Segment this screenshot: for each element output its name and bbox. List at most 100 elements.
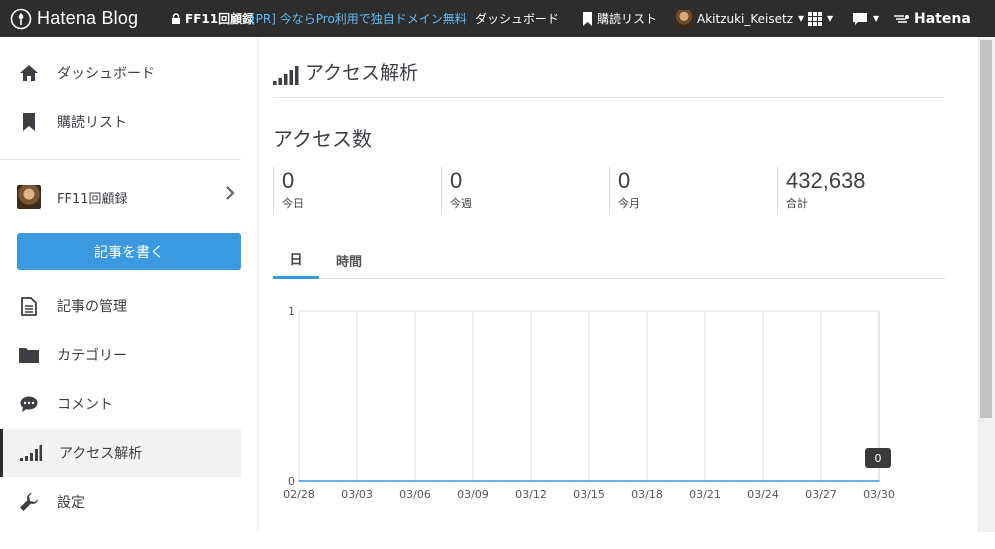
chart-data-point <box>820 480 822 482</box>
hatena-link[interactable]: Hatena <box>894 0 971 37</box>
chart-data-point <box>317 480 320 482</box>
stats-row: 0 今日 0 今週 0 今月 432,638 合計 <box>273 167 945 215</box>
chart-data-point <box>336 480 339 482</box>
chart-x-tick-label: 03/06 <box>399 488 431 501</box>
chart-data-point <box>588 480 590 482</box>
sidebar-item-dashboard[interactable]: ダッシュボード <box>1 49 241 97</box>
page-header: アクセス解析 <box>273 61 945 98</box>
chart-x-tick-label: 03/12 <box>515 488 547 501</box>
chart-data-point <box>433 480 436 482</box>
sidebar-divider <box>0 159 241 160</box>
scrollbar-thumb[interactable] <box>980 40 992 418</box>
stat-value: 0 <box>282 168 295 193</box>
sidebar-item-blog[interactable]: FF11回顧録 <box>1 173 241 221</box>
home-icon <box>20 65 38 81</box>
sidebar: ダッシュボード 購読リスト FF11回顧録 記事を書く 記事の管理 カテゴリー … <box>0 37 258 532</box>
chart-data-point <box>375 480 378 482</box>
chart-data-point <box>530 480 532 482</box>
chart-x-tick-label: 03/21 <box>689 488 721 501</box>
chart-x-tick-label: 03/30 <box>863 488 895 501</box>
blog-name-link[interactable]: FF11回顧録 <box>171 0 254 37</box>
document-icon <box>21 296 37 316</box>
stat-month: 0 今月 <box>609 167 777 215</box>
chevron-down-icon: ▼ <box>798 14 805 23</box>
stat-label: 今日 <box>282 197 304 210</box>
sidebar-item-settings[interactable]: 設定 <box>1 478 241 526</box>
hatena-label: Hatena <box>914 10 971 27</box>
speech-bubble-icon <box>853 12 867 25</box>
chart-data-point <box>781 480 784 482</box>
sidebar-item-label: 記事の管理 <box>57 299 127 315</box>
blog-name-label: FF11回顧録 <box>185 12 255 26</box>
chart-data-point <box>762 480 764 482</box>
chart-data-point <box>665 480 668 482</box>
sidebar-item-comment[interactable]: コメント <box>1 380 241 428</box>
sidebar-item-subscriptions[interactable]: 購読リスト <box>1 98 241 146</box>
sidebar-item-label: FF11回顧録 <box>57 191 128 207</box>
chart-data-point <box>510 480 513 482</box>
chart-data-point <box>626 480 629 482</box>
sidebar-item-manage[interactable]: 記事の管理 <box>1 282 241 330</box>
avatar <box>17 185 41 209</box>
chart-x-tick-label: 03/27 <box>805 488 837 501</box>
chart-y-tick-label: 1 <box>288 305 295 318</box>
apps-menu[interactable]: ▼ <box>808 0 833 37</box>
chart-data-point <box>414 480 416 482</box>
chart-x-tick-label: 03/15 <box>573 488 605 501</box>
chart-x-tick-label: 03/09 <box>457 488 489 501</box>
stat-label: 合計 <box>786 197 808 210</box>
stat-label: 今月 <box>618 197 640 210</box>
notifications-menu[interactable]: ▼ <box>852 0 879 37</box>
tab-day[interactable]: 日 <box>273 241 319 279</box>
user-menu[interactable]: Akitzuki_Keisetz ▼ <box>675 0 804 37</box>
chart-data-point <box>568 480 571 482</box>
chart-data-point <box>607 480 610 482</box>
comment-icon <box>20 396 38 412</box>
chart-data-point <box>646 480 648 482</box>
page-title: アクセス解析 <box>305 63 419 84</box>
chart-data-point <box>800 480 803 482</box>
bookmark-icon <box>23 113 35 131</box>
username-label: Akitzuki_Keisetz <box>697 11 794 26</box>
bookmark-icon <box>583 11 592 26</box>
chart-data-point <box>839 480 842 482</box>
chart-data-point <box>684 480 687 482</box>
sidebar-item-label: 設定 <box>57 495 85 511</box>
dashboard-link[interactable]: ダッシュボード <box>475 0 559 37</box>
chart-x-tick-label: 03/18 <box>631 488 663 501</box>
sidebar-item-access[interactable]: アクセス解析 <box>0 429 241 477</box>
wrench-icon <box>20 493 38 511</box>
folder-icon <box>19 348 39 363</box>
stat-value: 0 <box>618 168 631 193</box>
sidebar-item-category[interactable]: カテゴリー <box>1 331 241 379</box>
grid-icon <box>808 11 822 26</box>
chart-x-tick-label: 02/28 <box>283 488 315 501</box>
stat-today: 0 今日 <box>273 167 441 215</box>
chart-data-point <box>472 480 474 482</box>
chart-data-point <box>858 480 861 482</box>
sidebar-item-label: 購読リスト <box>57 115 127 131</box>
chart-x-tick-label: 03/24 <box>747 488 779 501</box>
stat-label: 今週 <box>450 197 472 210</box>
chart-data-point <box>704 480 706 482</box>
chart-y-tick-label: 0 <box>288 475 295 488</box>
subscriptions-link[interactable]: 購読リスト <box>582 0 657 37</box>
chart-data-point <box>742 480 745 482</box>
chevron-down-icon: ▼ <box>873 14 880 23</box>
sidebar-item-label: カテゴリー <box>57 348 127 364</box>
avatar <box>675 9 693 28</box>
chart-data-point <box>723 480 726 482</box>
hatena-blog-logo[interactable]: Hatena Blog <box>10 6 138 31</box>
tab-hour[interactable]: 時間 <box>319 241 379 279</box>
top-bar: Hatena Blog FF11回顧録 [PR] 今ならPro利用で独自ドメイン… <box>0 0 995 37</box>
hatena-bird-icon <box>894 14 909 23</box>
signal-bars-icon <box>20 445 42 461</box>
chevron-down-icon: ▼ <box>827 14 834 23</box>
stat-value: 432,638 <box>786 168 866 193</box>
pr-link[interactable]: [PR] 今ならPro利用で独自ドメイン無料 <box>251 0 467 37</box>
lock-icon <box>172 13 180 24</box>
sidebar-item-label: ダッシュボード <box>57 66 155 82</box>
write-article-button[interactable]: 記事を書く <box>17 233 241 270</box>
chart-data-point <box>394 480 397 482</box>
chart-data-point <box>356 480 358 482</box>
